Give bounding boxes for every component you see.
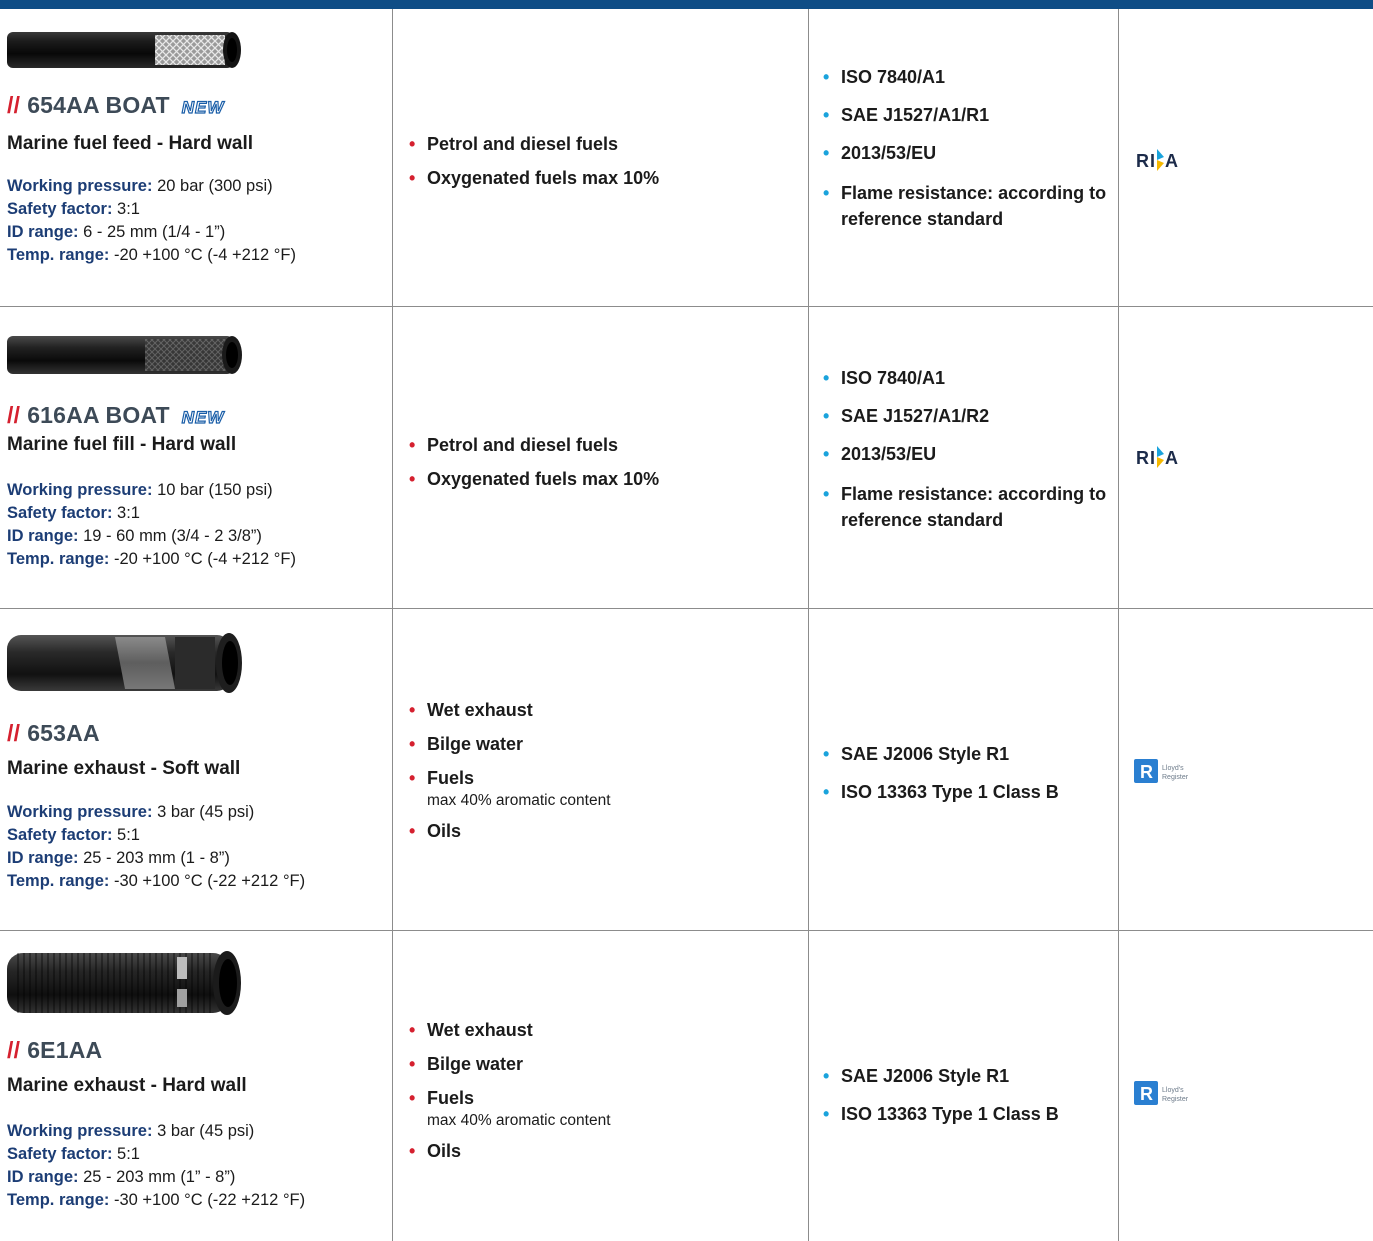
spec-id-range: ID range: 19 - 60 mm (3/4 - 2 3/8”) <box>7 527 262 545</box>
standard-item: Flame resistance: according to reference… <box>822 481 1117 533</box>
new-badge: NEW <box>181 407 225 427</box>
applications-cell: Petrol and diesel fuels Oxygenated fuels… <box>408 133 798 190</box>
lloyds-register-logo: R Lloyd's Register <box>1134 759 1189 783</box>
product-code-text: 654AA BOAT <box>27 92 170 118</box>
spec-working-pressure: Working pressure: 10 bar (150 psi) <box>7 481 273 499</box>
application-item: Petrol and diesel fuels <box>408 434 798 457</box>
product-code: //654AA BOAT NEW <box>7 92 224 119</box>
application-note: max 40% aromatic content <box>427 792 611 809</box>
spec-working-pressure: Working pressure: 3 bar (45 psi) <box>7 1122 255 1140</box>
rina-logo: RI A <box>1136 149 1179 171</box>
spec-safety-factor: Safety factor: 5:1 <box>7 1145 140 1163</box>
braided-hose-icon <box>7 32 241 68</box>
application-item: Bilge water <box>408 733 798 756</box>
product-subtitle: Marine fuel fill - Hard wall <box>7 434 237 455</box>
svg-text:R: R <box>1140 1084 1153 1104</box>
standards-cell: ISO 7840/A1 SAE J1527/A1/R1 2013/53/EU F… <box>822 66 1117 232</box>
product-code: //653AA <box>7 720 100 747</box>
lloyds-register-logo: R Lloyd's Register <box>1134 1081 1189 1105</box>
code-prefix: // <box>7 720 21 746</box>
application-item: Oils <box>408 1140 798 1163</box>
application-item: Oils <box>408 820 798 843</box>
standard-item: ISO 13363 Type 1 Class B <box>822 1103 1117 1126</box>
product-row: //654AA BOAT NEW Marine fuel feed - Hard … <box>0 9 1373 306</box>
spec-working-pressure: Working pressure: 20 bar (300 psi) <box>7 177 273 195</box>
product-specs: Working pressure: 3 bar (45 psi) Safety … <box>7 1120 305 1212</box>
standard-item: ISO 7840/A1 <box>822 367 1117 390</box>
application-item: Fuelsmax 40% aromatic content <box>408 767 798 811</box>
spec-working-pressure: Working pressure: 3 bar (45 psi) <box>7 803 255 821</box>
standards-cell: SAE J2006 Style R1 ISO 13363 Type 1 Clas… <box>822 1065 1117 1126</box>
application-item: Petrol and diesel fuels <box>408 133 798 156</box>
standard-item: SAE J1527/A1/R2 <box>822 405 1117 428</box>
standard-item: ISO 13363 Type 1 Class B <box>822 781 1117 804</box>
spec-id-range: ID range: 6 - 25 mm (1/4 - 1”) <box>7 223 226 241</box>
product-subtitle: Marine exhaust - Soft wall <box>7 758 241 779</box>
spec-temp-range: Temp. range: -30 +100 °C (-22 +212 °F) <box>7 1191 306 1209</box>
application-item: Oxygenated fuels max 10% <box>408 167 798 190</box>
standards-cell: ISO 7840/A1 SAE J1527/A1/R2 2013/53/EU F… <box>822 367 1117 533</box>
fill-hose-icon <box>7 336 242 374</box>
spec-safety-factor: Safety factor: 3:1 <box>7 504 140 522</box>
spec-id-range: ID range: 25 - 203 mm (1 - 8”) <box>7 849 230 867</box>
application-note: max 40% aromatic content <box>427 1112 611 1129</box>
product-code: //6E1AA <box>7 1037 102 1064</box>
product-row: //616AA BOAT NEW Marine fuel fill - Hard … <box>0 307 1373 608</box>
exhaust-hose-icon <box>7 633 242 693</box>
standard-item: SAE J2006 Style R1 <box>822 743 1117 766</box>
application-item: Bilge water <box>408 1053 798 1076</box>
svg-text:Register: Register <box>1162 1096 1189 1103</box>
spec-safety-factor: Safety factor: 5:1 <box>7 826 140 844</box>
applications-cell: Petrol and diesel fuels Oxygenated fuels… <box>408 434 798 491</box>
product-row: //653AA Marine exhaust - Soft wall Worki… <box>0 609 1373 930</box>
header-bar <box>0 0 1373 9</box>
product-subtitle: Marine exhaust - Hard wall <box>7 1075 247 1096</box>
standard-item: 2013/53/EU <box>822 443 1117 466</box>
svg-text:Lloyd's: Lloyd's <box>1162 1087 1184 1094</box>
application-item: Wet exhaust <box>408 699 798 722</box>
standard-item: SAE J2006 Style R1 <box>822 1065 1117 1088</box>
spec-safety-factor: Safety factor: 3:1 <box>7 200 140 218</box>
product-specs: Working pressure: 10 bar (150 psi) Safet… <box>7 479 296 571</box>
standard-item: SAE J1527/A1/R1 <box>822 104 1117 127</box>
standard-item: 2013/53/EU <box>822 142 1117 165</box>
svg-text:Lloyd's: Lloyd's <box>1162 765 1184 772</box>
product-code-text: 6E1AA <box>27 1037 103 1063</box>
product-code: //616AA BOAT NEW <box>7 402 224 429</box>
application-item: Wet exhaust <box>408 1019 798 1042</box>
applications-cell: Wet exhaust Bilge water Fuelsmax 40% aro… <box>408 699 798 843</box>
standard-item: Flame resistance: according to reference… <box>822 180 1117 232</box>
applications-cell: Wet exhaust Bilge water Fuelsmax 40% aro… <box>408 1019 798 1163</box>
product-specs: Working pressure: 3 bar (45 psi) Safety … <box>7 801 305 893</box>
standard-item: ISO 7840/A1 <box>822 66 1117 89</box>
product-specs: Working pressure: 20 bar (300 psi) Safet… <box>7 175 296 267</box>
svg-text:R: R <box>1140 762 1153 782</box>
code-prefix: // <box>7 92 21 118</box>
new-badge: NEW <box>181 97 225 117</box>
spec-id-range: ID range: 25 - 203 mm (1” - 8”) <box>7 1168 236 1186</box>
product-code-text: 616AA BOAT <box>27 402 170 428</box>
spec-temp-range: Temp. range: -20 +100 °C (-4 +212 °F) <box>7 550 296 568</box>
svg-text:Register: Register <box>1162 774 1189 781</box>
code-prefix: // <box>7 1037 21 1063</box>
application-item: Oxygenated fuels max 10% <box>408 468 798 491</box>
spec-temp-range: Temp. range: -30 +100 °C (-22 +212 °F) <box>7 872 306 890</box>
standards-cell: SAE J2006 Style R1 ISO 13363 Type 1 Clas… <box>822 743 1117 804</box>
rina-logo: RI A <box>1136 446 1179 468</box>
corrugated-hose-icon <box>7 951 241 1015</box>
product-row: //6E1AA Marine exhaust - Hard wall Worki… <box>0 931 1373 1241</box>
product-code-text: 653AA <box>27 720 100 746</box>
application-item: Fuelsmax 40% aromatic content <box>408 1087 798 1131</box>
spec-temp-range: Temp. range: -20 +100 °C (-4 +212 °F) <box>7 246 296 264</box>
code-prefix: // <box>7 402 21 428</box>
product-subtitle: Marine fuel feed - Hard wall <box>7 133 253 154</box>
